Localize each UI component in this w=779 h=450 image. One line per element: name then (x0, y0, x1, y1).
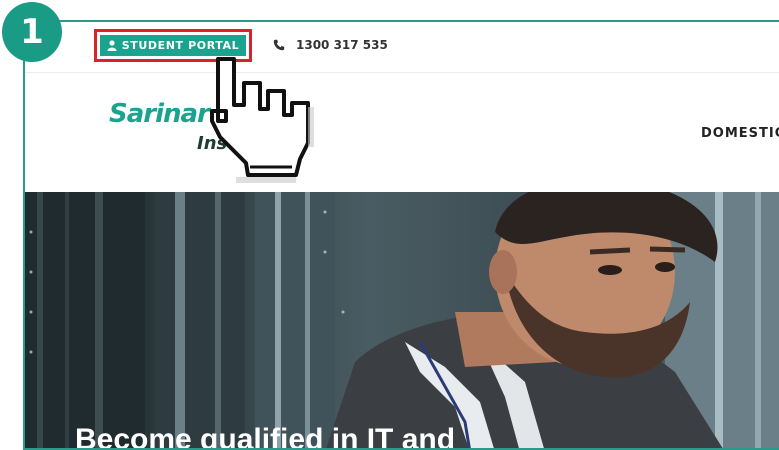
user-icon (107, 40, 117, 51)
hand-pointer-icon (210, 57, 314, 183)
site-header: Sarinar Insti DOMESTIC (25, 73, 779, 192)
top-bar: STUDENT PORTAL 1300 317 535 (25, 22, 779, 73)
logo-text-primary: Sarinar (109, 99, 210, 129)
hero-title: Become qualified in IT and (75, 423, 456, 448)
nav-item-domestic[interactable]: DOMESTIC (701, 126, 779, 141)
website-screenshot: STUDENT PORTAL 1300 317 535 Sarinar Inst… (23, 20, 779, 450)
hero-photo (25, 192, 779, 448)
hero-banner: Become qualified in IT and (25, 192, 779, 448)
step-number-badge: 1 (2, 2, 62, 62)
